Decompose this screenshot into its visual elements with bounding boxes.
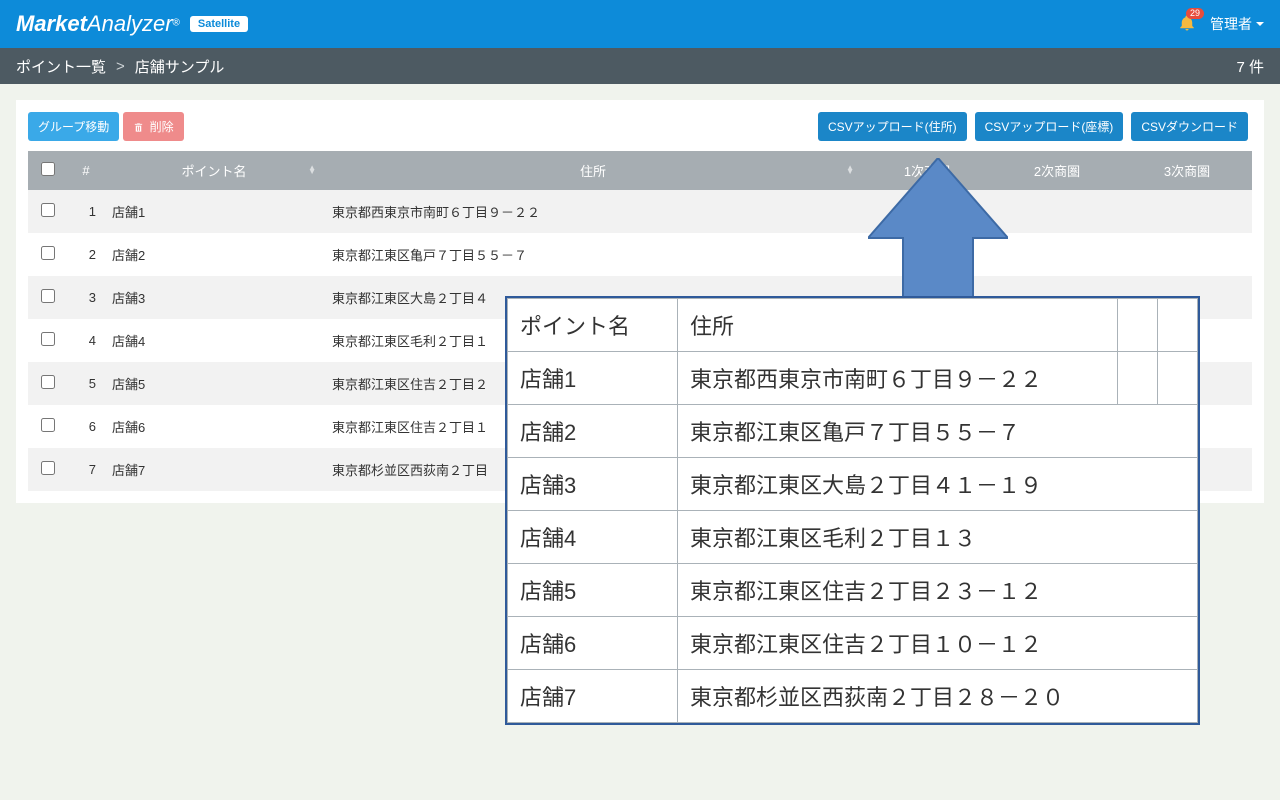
- row-zone2: [992, 190, 1122, 233]
- row-address: 東京都江東区亀戸７丁目５５－７: [324, 233, 862, 276]
- overlay-header-empty2: [1158, 299, 1198, 352]
- overlay-cell-empty: [1158, 352, 1198, 405]
- row-point-name: 店舗5: [104, 362, 324, 405]
- user-label: 管理者: [1210, 14, 1252, 34]
- row-number: 5: [68, 362, 104, 405]
- header-point-name[interactable]: ポイント名: [104, 151, 324, 190]
- row-checkbox[interactable]: [41, 203, 55, 217]
- row-point-name: 店舗2: [104, 233, 324, 276]
- overlay-cell-addr: 東京都江東区亀戸７丁目５５－７: [678, 405, 1198, 458]
- trash-icon: [133, 122, 144, 133]
- header-zone1[interactable]: 1次商圏: [862, 151, 992, 190]
- row-zone1: [862, 233, 992, 276]
- row-point-name: 店舗1: [104, 190, 324, 233]
- notifications-button[interactable]: 29: [1178, 14, 1196, 35]
- sort-icon: [308, 166, 316, 176]
- overlay-cell-addr: 東京都西東京市南町６丁目９－２２: [678, 352, 1118, 405]
- header-address[interactable]: 住所: [324, 151, 862, 190]
- logo-text-analyzer: Analyzer: [87, 11, 173, 36]
- overlay-cell-addr: 東京都杉並区西荻南２丁目２８－２０: [678, 670, 1198, 723]
- overlay-row: 店舗4東京都江東区毛利２丁目１３: [508, 511, 1198, 564]
- overlay-cell-addr: 東京都江東区住吉２丁目２３－１２: [678, 564, 1198, 617]
- delete-label: 削除: [150, 120, 174, 134]
- user-menu[interactable]: 管理者: [1210, 14, 1264, 34]
- row-point-name: 店舗4: [104, 319, 324, 362]
- sort-icon: [846, 166, 854, 176]
- delete-button[interactable]: 削除: [123, 112, 183, 141]
- csv-preview-overlay: ポイント名 住所 店舗1東京都西東京市南町６丁目９－２２店舗2東京都江東区亀戸７…: [505, 296, 1200, 725]
- row-checkbox[interactable]: [41, 332, 55, 346]
- record-count: 7 件: [1236, 56, 1264, 77]
- row-checkbox[interactable]: [41, 246, 55, 260]
- header-zone3[interactable]: 3次商圏: [1122, 151, 1252, 190]
- top-bar: MarketAnalyzer® Satellite 29 管理者: [0, 0, 1280, 48]
- row-zone3: [1122, 233, 1252, 276]
- overlay-cell-name: 店舗2: [508, 405, 678, 458]
- overlay-row: 店舗7東京都杉並区西荻南２丁目２８－２０: [508, 670, 1198, 723]
- overlay-cell-name: 店舗7: [508, 670, 678, 723]
- row-zone3: [1122, 190, 1252, 233]
- logo-text-market: Market: [16, 11, 87, 36]
- row-checkbox[interactable]: [41, 289, 55, 303]
- action-row: グループ移動 削除 CSVアップロード(住所) CSVアップロード(座標) CS…: [28, 112, 1252, 141]
- row-checkbox[interactable]: [41, 418, 55, 432]
- header-zone2[interactable]: 2次商圏: [992, 151, 1122, 190]
- logo-badge-satellite: Satellite: [190, 16, 248, 32]
- select-all-checkbox[interactable]: [41, 162, 55, 176]
- overlay-row: 店舗5東京都江東区住吉２丁目２３－１２: [508, 564, 1198, 617]
- breadcrumb-separator: >: [116, 58, 125, 75]
- header-checkbox: [28, 151, 68, 190]
- overlay-cell-name: 店舗6: [508, 617, 678, 670]
- row-checkbox[interactable]: [41, 461, 55, 475]
- overlay-cell-addr: 東京都江東区大島２丁目４１－１９: [678, 458, 1198, 511]
- row-zone1: [862, 190, 992, 233]
- table-row[interactable]: 1店舗1東京都西東京市南町６丁目９－２２: [28, 190, 1252, 233]
- row-point-name: 店舗7: [104, 448, 324, 491]
- overlay-cell-name: 店舗1: [508, 352, 678, 405]
- overlay-cell-name: 店舗3: [508, 458, 678, 511]
- csv-upload-coord-button[interactable]: CSVアップロード(座標): [975, 112, 1124, 141]
- table-row[interactable]: 2店舗2東京都江東区亀戸７丁目５５－７: [28, 233, 1252, 276]
- row-number: 1: [68, 190, 104, 233]
- overlay-row: 店舗3東京都江東区大島２丁目４１－１９: [508, 458, 1198, 511]
- overlay-row: 店舗1東京都西東京市南町６丁目９－２２: [508, 352, 1198, 405]
- overlay-cell-addr: 東京都江東区毛利２丁目１３: [678, 511, 1198, 564]
- row-number: 7: [68, 448, 104, 491]
- row-number: 6: [68, 405, 104, 448]
- overlay-cell-name: 店舗5: [508, 564, 678, 617]
- group-move-button[interactable]: グループ移動: [28, 112, 119, 141]
- row-checkbox[interactable]: [41, 375, 55, 389]
- row-number: 3: [68, 276, 104, 319]
- overlay-header-name: ポイント名: [508, 299, 678, 352]
- overlay-cell-name: 店舗4: [508, 511, 678, 564]
- overlay-cell-empty: [1118, 352, 1158, 405]
- overlay-cell-addr: 東京都江東区住吉２丁目１０－１２: [678, 617, 1198, 670]
- row-number: 2: [68, 233, 104, 276]
- row-point-name: 店舗6: [104, 405, 324, 448]
- breadcrumb: ポイント一覧 > 店舗サンプル 7 件: [0, 48, 1280, 84]
- csv-download-button[interactable]: CSVダウンロード: [1131, 112, 1248, 141]
- csv-upload-address-button[interactable]: CSVアップロード(住所): [818, 112, 967, 141]
- breadcrumb-second: 店舗サンプル: [135, 56, 225, 77]
- row-address: 東京都西東京市南町６丁目９－２２: [324, 190, 862, 233]
- header-number[interactable]: #: [68, 151, 104, 190]
- breadcrumb-first[interactable]: ポイント一覧: [16, 56, 106, 77]
- logo-reg: ®: [173, 18, 180, 29]
- overlay-header-empty1: [1118, 299, 1158, 352]
- overlay-header-addr: 住所: [678, 299, 1118, 352]
- logo: MarketAnalyzer® Satellite: [16, 11, 248, 37]
- overlay-row: 店舗2東京都江東区亀戸７丁目５５－７: [508, 405, 1198, 458]
- row-point-name: 店舗3: [104, 276, 324, 319]
- overlay-row: 店舗6東京都江東区住吉２丁目１０－１２: [508, 617, 1198, 670]
- chevron-down-icon: [1256, 22, 1264, 26]
- row-zone2: [992, 233, 1122, 276]
- row-number: 4: [68, 319, 104, 362]
- notification-count: 29: [1186, 8, 1204, 20]
